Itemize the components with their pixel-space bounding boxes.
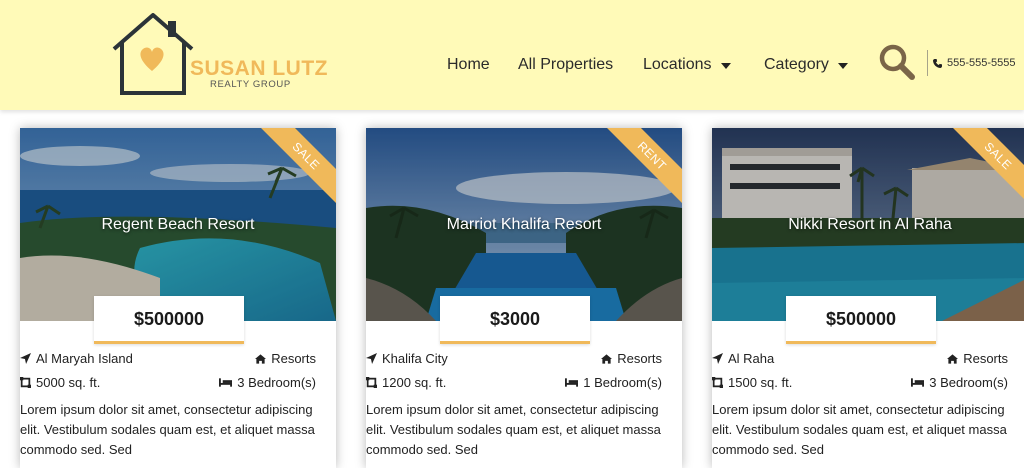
bed-icon	[565, 378, 579, 387]
property-area: 1200 sq. ft.	[366, 375, 446, 390]
home-icon	[601, 353, 613, 364]
property-price: $3000	[440, 296, 590, 344]
caret-down-icon	[837, 63, 848, 69]
location-arrow-icon	[20, 353, 31, 364]
location-arrow-icon	[366, 353, 377, 364]
location-text: Khalifa City	[382, 351, 448, 366]
property-title[interactable]: Nikki Resort in Al Raha	[712, 216, 1024, 234]
property-location: Al Maryah Island	[20, 351, 133, 366]
header-divider	[927, 50, 928, 76]
nav-home-label: Home	[447, 56, 490, 73]
area-icon	[712, 377, 723, 388]
location-text: Al Raha	[728, 351, 775, 366]
property-area: 5000 sq. ft.	[20, 375, 100, 390]
nav-category-label: Category	[764, 56, 829, 73]
property-location-row: Al Raha Resorts	[712, 351, 1008, 366]
property-price: $500000	[786, 296, 936, 344]
house-heart-icon	[112, 13, 194, 95]
property-size-row: 1500 sq. ft. 3 Bedroom(s)	[712, 375, 1008, 390]
property-category: Resorts	[947, 351, 1008, 366]
phone-number: 555-555-5555	[947, 57, 1016, 69]
area-icon	[366, 377, 377, 388]
property-title[interactable]: Marriot Khalifa Resort	[366, 216, 682, 234]
category-text: Resorts	[617, 351, 662, 366]
brand-name: SUSAN LUTZ	[190, 57, 328, 80]
brand-logo[interactable]: SUSAN LUTZ REALTY GROUP	[112, 13, 328, 97]
bed-icon	[219, 378, 233, 387]
location-text: Al Maryah Island	[36, 351, 133, 366]
property-location: Al Raha	[712, 351, 774, 366]
caret-down-icon	[720, 63, 731, 69]
property-description: Lorem ipsum dolor sit amet, consectetur …	[712, 402, 1007, 457]
property-location-row: Khalifa City Resorts	[366, 351, 662, 366]
property-category: Resorts	[601, 351, 662, 366]
nav-home[interactable]: Home	[447, 54, 490, 76]
nav-locations-label: Locations	[643, 56, 712, 73]
property-card[interactable]: SALE Regent Beach Resort $500000 Al Mary…	[20, 128, 336, 468]
bedrooms-text: 3 Bedroom(s)	[929, 375, 1008, 390]
site-header: SUSAN LUTZ REALTY GROUP Home All Propert…	[0, 0, 1024, 110]
phone-icon	[933, 58, 942, 68]
area-icon	[20, 377, 31, 388]
nav-all-properties[interactable]: All Properties	[518, 54, 613, 76]
property-photo[interactable]: SALE Nikki Resort in Al Raha	[712, 128, 1024, 321]
area-text: 1500 sq. ft.	[728, 375, 793, 390]
property-size-row: 1200 sq. ft. 1 Bedroom(s)	[366, 375, 662, 390]
nav-all-properties-label: All Properties	[518, 56, 614, 73]
nav-category[interactable]: Category	[764, 54, 848, 76]
category-text: Resorts	[963, 351, 1008, 366]
property-location: Khalifa City	[366, 351, 448, 366]
nav-locations[interactable]: Locations	[643, 54, 731, 76]
property-description: Lorem ipsum dolor sit amet, consectetur …	[20, 402, 315, 457]
property-photo[interactable]: SALE Regent Beach Resort	[20, 128, 336, 321]
area-text: 5000 sq. ft.	[36, 375, 101, 390]
property-photo[interactable]: RENT Marriot Khalifa Resort	[366, 128, 682, 321]
property-title[interactable]: Regent Beach Resort	[20, 216, 336, 234]
property-size-row: 5000 sq. ft. 3 Bedroom(s)	[20, 375, 316, 390]
property-bedrooms: 1 Bedroom(s)	[565, 375, 662, 390]
property-location-row: Al Maryah Island Resorts	[20, 351, 316, 366]
location-arrow-icon	[712, 353, 723, 364]
phone-link[interactable]: 555-555-5555	[933, 57, 1016, 69]
search-icon[interactable]	[878, 43, 916, 81]
property-category: Resorts	[255, 351, 316, 366]
area-text: 1200 sq. ft.	[382, 375, 447, 390]
bed-icon	[911, 378, 925, 387]
property-description: Lorem ipsum dolor sit amet, consectetur …	[366, 402, 661, 457]
property-area: 1500 sq. ft.	[712, 375, 792, 390]
property-card[interactable]: RENT Marriot Khalifa Resort $3000 Khalif…	[366, 128, 682, 468]
property-card[interactable]: SALE Nikki Resort in Al Raha $500000 Al …	[712, 128, 1024, 468]
property-grid: SALE Regent Beach Resort $500000 Al Mary…	[0, 110, 1024, 468]
home-icon	[255, 353, 267, 364]
property-price: $500000	[94, 296, 244, 344]
brand-subtitle: REALTY GROUP	[210, 79, 291, 90]
property-bedrooms: 3 Bedroom(s)	[911, 375, 1008, 390]
bedrooms-text: 3 Bedroom(s)	[237, 375, 316, 390]
category-text: Resorts	[271, 351, 316, 366]
property-bedrooms: 3 Bedroom(s)	[219, 375, 316, 390]
bedrooms-text: 1 Bedroom(s)	[583, 375, 662, 390]
home-icon	[947, 353, 959, 364]
